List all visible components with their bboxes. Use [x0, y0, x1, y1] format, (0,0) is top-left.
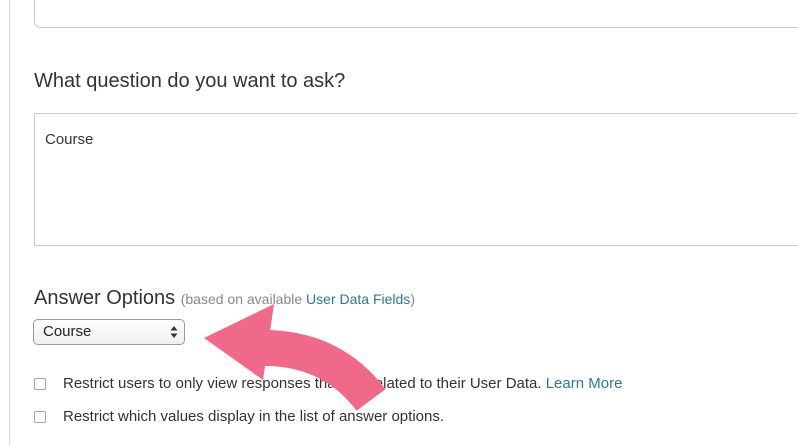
answer-options-title: Answer Options — [34, 287, 176, 309]
answer-options-note: (based on available User Data Fields) — [181, 291, 415, 307]
restrict-responses-label: Restrict users to only view responses th… — [63, 375, 542, 392]
restrict-values-checkbox[interactable] — [34, 410, 46, 423]
survey-question-editor: What question do you want to ask? Course… — [0, 0, 798, 445]
previous-field[interactable] — [34, 0, 798, 28]
question-textarea[interactable]: Course — [34, 113, 798, 246]
learn-more-link[interactable]: Learn More — [546, 375, 623, 392]
user-data-fields-link[interactable]: User Data Fields — [306, 291, 410, 307]
panel-border — [9, 0, 10, 445]
restrict-values-option: Restrict which values display in the lis… — [34, 408, 444, 425]
question-textarea-value: Course — [45, 131, 94, 148]
restrict-responses-option: Restrict users to only view responses th… — [34, 375, 622, 392]
restrict-values-label: Restrict which values display in the lis… — [63, 408, 445, 425]
answer-options-note-prefix: (based on available — [180, 291, 307, 307]
up-down-chevron-icon — [170, 326, 178, 338]
answer-options-select[interactable]: Course — [33, 319, 185, 345]
restrict-responses-checkbox[interactable] — [34, 377, 46, 390]
answer-options-select-value: Course — [43, 323, 92, 340]
question-label: What question do you want to ask? — [34, 70, 346, 92]
answer-options-note-suffix: ) — [410, 291, 415, 307]
answer-options-header: Answer Options (based on available User … — [34, 287, 415, 310]
